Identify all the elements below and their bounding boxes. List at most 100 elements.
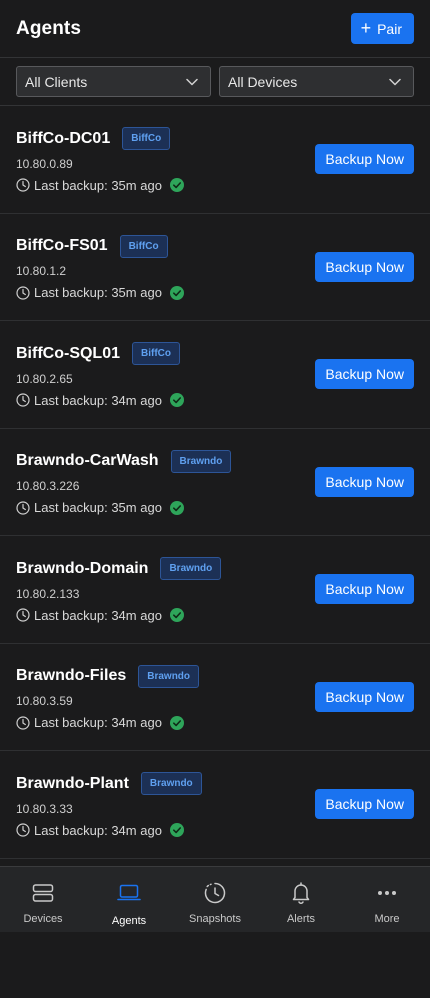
nav-agents-label: Agents — [111, 915, 147, 927]
success-check-icon — [169, 608, 184, 623]
agent-info: BiffCo-SQL01 BiffCo 10.80.2.65 Last back… — [16, 341, 184, 408]
snapshots-icon — [203, 881, 227, 905]
plus-icon: + — [360, 18, 372, 38]
agent-list: BiffCo-DC01 BiffCo 10.80.0.89 Last backu… — [0, 106, 430, 859]
last-backup-row: Last backup: 34m ago — [16, 715, 199, 730]
last-backup-text: Last backup: 35m ago — [34, 500, 162, 516]
devices-select-value: All Devices — [228, 73, 298, 90]
header: Agents + Pair — [0, 0, 430, 58]
clients-select[interactable]: All Clients — [16, 66, 211, 97]
nav-snapshots[interactable]: Snapshots — [172, 867, 258, 932]
agent-name: BiffCo-FS01 — [16, 237, 108, 255]
nav-more-label: More — [374, 913, 400, 925]
client-badge: BiffCo — [119, 234, 168, 258]
nav-devices[interactable]: Devices — [0, 867, 86, 932]
agent-ip: 10.80.1.2 — [16, 264, 67, 279]
agent-name-row: Brawndo-Plant Brawndo — [16, 771, 202, 797]
agent-row[interactable]: Brawndo-Plant Brawndo 10.80.3.33 Last ba… — [0, 751, 430, 859]
clock-icon — [16, 716, 30, 730]
clock-icon — [16, 178, 30, 192]
devices-select[interactable]: All Devices — [219, 66, 414, 97]
last-backup-text: Last backup: 35m ago — [34, 177, 162, 193]
client-badge: Brawndo — [138, 664, 200, 688]
agent-ip: 10.80.2.133 — [16, 586, 80, 601]
agent-name-row: BiffCo-DC01 BiffCo — [16, 126, 184, 152]
bell-icon — [291, 881, 311, 905]
agent-info: BiffCo-FS01 BiffCo 10.80.1.2 Last backup… — [16, 233, 184, 300]
chevron-down-icon — [389, 78, 401, 85]
last-backup-text: Last backup: 34m ago — [34, 392, 162, 408]
last-backup-text: Last backup: 34m ago — [34, 715, 162, 731]
nav-more[interactable]: More — [344, 867, 430, 932]
agent-name: BiffCo-DC01 — [16, 129, 111, 147]
clock-icon — [16, 286, 30, 300]
backup-now-button[interactable]: Backup Now — [315, 251, 414, 282]
clock-icon — [16, 501, 30, 515]
backup-now-button[interactable]: Backup Now — [315, 466, 414, 497]
agent-ip: 10.80.3.226 — [16, 479, 80, 494]
last-backup-row: Last backup: 34m ago — [16, 608, 221, 623]
nav-devices-label: Devices — [23, 913, 63, 925]
backup-now-button[interactable]: Backup Now — [315, 144, 414, 175]
backup-now-button[interactable]: Backup Now — [315, 789, 414, 820]
client-badge: BiffCo — [122, 127, 171, 151]
devices-icon — [32, 881, 54, 905]
success-check-icon — [169, 500, 184, 515]
last-backup-text: Last backup: 35m ago — [34, 285, 162, 301]
agent-row[interactable]: BiffCo-FS01 BiffCo 10.80.1.2 Last backup… — [0, 214, 430, 321]
pair-button[interactable]: + Pair — [350, 13, 414, 44]
agent-info: Brawndo-Plant Brawndo 10.80.3.33 Last ba… — [16, 771, 202, 838]
last-backup-row: Last backup: 34m ago — [16, 823, 202, 838]
success-check-icon — [169, 715, 184, 730]
chevron-down-icon — [186, 78, 198, 85]
agent-info: Brawndo-Domain Brawndo 10.80.2.133 Last … — [16, 556, 222, 623]
last-backup-row: Last backup: 35m ago — [16, 285, 184, 300]
client-badge: BiffCo — [132, 342, 180, 366]
bottom-nav: Devices Agents Snapshots Alerts More — [0, 866, 430, 932]
agent-info: Brawndo-CarWash Brawndo 10.80.3.226 Last… — [16, 448, 232, 515]
client-badge: Brawndo — [160, 557, 222, 581]
clock-icon — [16, 608, 30, 622]
agent-name-row: BiffCo-SQL01 BiffCo — [16, 341, 184, 367]
last-backup-row: Last backup: 35m ago — [16, 178, 184, 193]
page-title: Agents — [16, 17, 81, 39]
agent-name-row: Brawndo-Files Brawndo — [16, 663, 200, 689]
agent-row[interactable]: Brawndo-Files Brawndo 10.80.3.59 Last ba… — [0, 644, 430, 751]
app: Agents + Pair All Clients All Devices Bi… — [0, 0, 430, 998]
client-badge: Brawndo — [170, 449, 232, 473]
client-badge: Brawndo — [140, 772, 202, 796]
backup-now-button[interactable]: Backup Now — [315, 574, 414, 605]
agent-name-row: BiffCo-FS01 BiffCo — [16, 233, 184, 259]
backup-now-button[interactable]: Backup Now — [315, 359, 414, 390]
last-backup-text: Last backup: 34m ago — [34, 607, 162, 623]
agent-info: Brawndo-Files Brawndo 10.80.3.59 Last ba… — [16, 663, 200, 730]
last-backup-row: Last backup: 34m ago — [16, 393, 184, 408]
clock-icon — [16, 823, 30, 837]
nav-alerts-label: Alerts — [286, 913, 316, 925]
agent-row[interactable]: BiffCo-SQL01 BiffCo 10.80.2.65 Last back… — [0, 321, 430, 429]
agent-name-row: Brawndo-Domain Brawndo — [16, 556, 222, 582]
bottom-safe-area — [0, 932, 430, 998]
success-check-icon — [169, 285, 184, 300]
nav-snapshots-label: Snapshots — [189, 913, 241, 925]
agent-row[interactable]: Brawndo-CarWash Brawndo 10.80.3.226 Last… — [0, 429, 430, 536]
pair-button-label: Pair — [377, 20, 402, 37]
nav-alerts[interactable]: Alerts — [258, 867, 344, 932]
backup-now-button[interactable]: Backup Now — [315, 681, 414, 712]
agent-ip: 10.80.3.59 — [16, 694, 73, 709]
last-backup-row: Last backup: 35m ago — [16, 500, 231, 515]
agent-row[interactable]: Brawndo-Domain Brawndo 10.80.2.133 Last … — [0, 536, 430, 644]
agent-name: Brawndo-Files — [16, 667, 127, 685]
laptop-icon — [117, 881, 141, 905]
clock-icon — [16, 393, 30, 407]
agent-ip: 10.80.0.89 — [16, 156, 73, 171]
clients-select-value: All Clients — [25, 73, 88, 90]
success-check-icon — [169, 393, 184, 408]
nav-agents[interactable]: Agents — [86, 867, 172, 932]
agent-info: BiffCo-DC01 BiffCo 10.80.0.89 Last backu… — [16, 126, 184, 193]
agent-name: Brawndo-CarWash — [16, 452, 159, 470]
agent-row[interactable]: BiffCo-DC01 BiffCo 10.80.0.89 Last backu… — [0, 106, 430, 214]
agent-ip: 10.80.2.65 — [16, 371, 73, 386]
agent-ip: 10.80.3.33 — [16, 801, 73, 816]
success-check-icon — [169, 823, 184, 838]
